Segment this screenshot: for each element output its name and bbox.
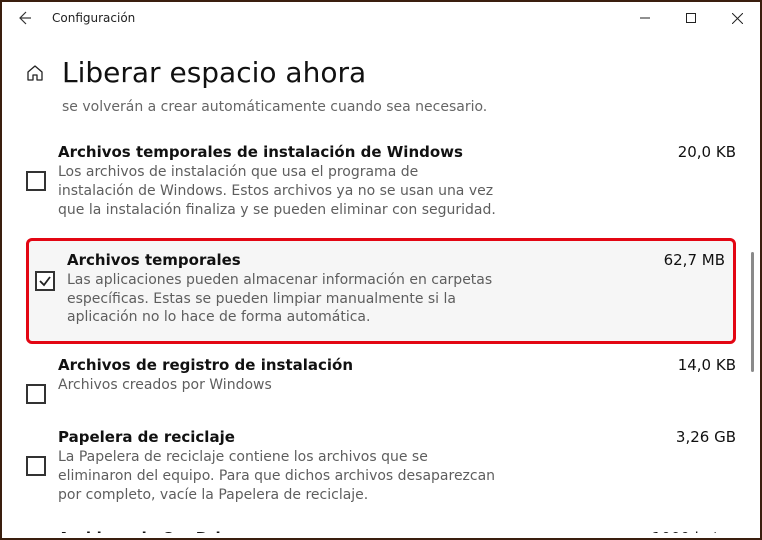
cleanup-item: Archivos de registro de instalación 14,0 … bbox=[26, 350, 736, 422]
minimize-icon bbox=[640, 13, 650, 23]
page-header: Liberar espacio ahora bbox=[2, 34, 760, 99]
maximize-button[interactable] bbox=[668, 2, 714, 34]
item-title: Archivos de registro de instalación bbox=[58, 356, 353, 374]
content-area: se volverán a crear automáticamente cuan… bbox=[2, 99, 760, 533]
cleanup-item: Archivos temporales 62,7 MB Las aplicacion… bbox=[26, 238, 736, 345]
item-checkbox[interactable] bbox=[26, 171, 46, 191]
scrollbar-thumb[interactable] bbox=[751, 252, 754, 372]
cleanup-item: Archivos temporales de instalación de Wi… bbox=[26, 137, 736, 238]
page-title: Liberar espacio ahora bbox=[62, 56, 366, 89]
item-size: 20,0 KB bbox=[678, 143, 736, 161]
item-desc: La Papelera de reciclaje contiene los ar… bbox=[58, 448, 498, 505]
minimize-button[interactable] bbox=[622, 2, 668, 34]
item-checkbox[interactable] bbox=[26, 384, 46, 404]
item-desc: Los archivos de instalación que usa el p… bbox=[58, 163, 498, 220]
item-title: Papelera de reciclaje bbox=[58, 428, 235, 446]
cleanup-item: Papelera de reciclaje 3,26 GB La Papelera … bbox=[26, 422, 736, 523]
arrow-left-icon bbox=[16, 10, 32, 26]
maximize-icon bbox=[686, 13, 696, 23]
titlebar: Configuración bbox=[2, 2, 760, 34]
truncated-previous-desc: se volverán a crear automáticamente cuan… bbox=[26, 99, 736, 115]
home-button[interactable] bbox=[26, 64, 44, 82]
item-size: 3,26 GB bbox=[676, 428, 736, 446]
window-controls bbox=[622, 2, 760, 34]
close-button[interactable] bbox=[714, 2, 760, 34]
item-checkbox[interactable] bbox=[35, 271, 55, 291]
item-checkbox[interactable] bbox=[26, 456, 46, 476]
item-title: Archivos temporales de instalación de Wi… bbox=[58, 143, 463, 161]
item-size: 1000 bytes bbox=[652, 529, 736, 533]
item-size: 62,7 MB bbox=[664, 251, 725, 269]
item-title: Archivos de OneDrive bbox=[58, 529, 241, 533]
item-size: 14,0 KB bbox=[678, 356, 736, 374]
item-title: Archivos temporales bbox=[67, 251, 241, 269]
item-desc: Las aplicaciones pueden almacenar inform… bbox=[67, 271, 507, 328]
close-icon bbox=[732, 13, 743, 24]
check-icon bbox=[38, 274, 52, 288]
window-title: Configuración bbox=[52, 11, 135, 25]
cleanup-item: Archivos de OneDrive 1000 bytes bbox=[26, 523, 736, 533]
home-icon bbox=[26, 64, 44, 82]
item-desc: Archivos creados por Windows bbox=[58, 376, 498, 395]
back-button[interactable] bbox=[16, 10, 32, 26]
